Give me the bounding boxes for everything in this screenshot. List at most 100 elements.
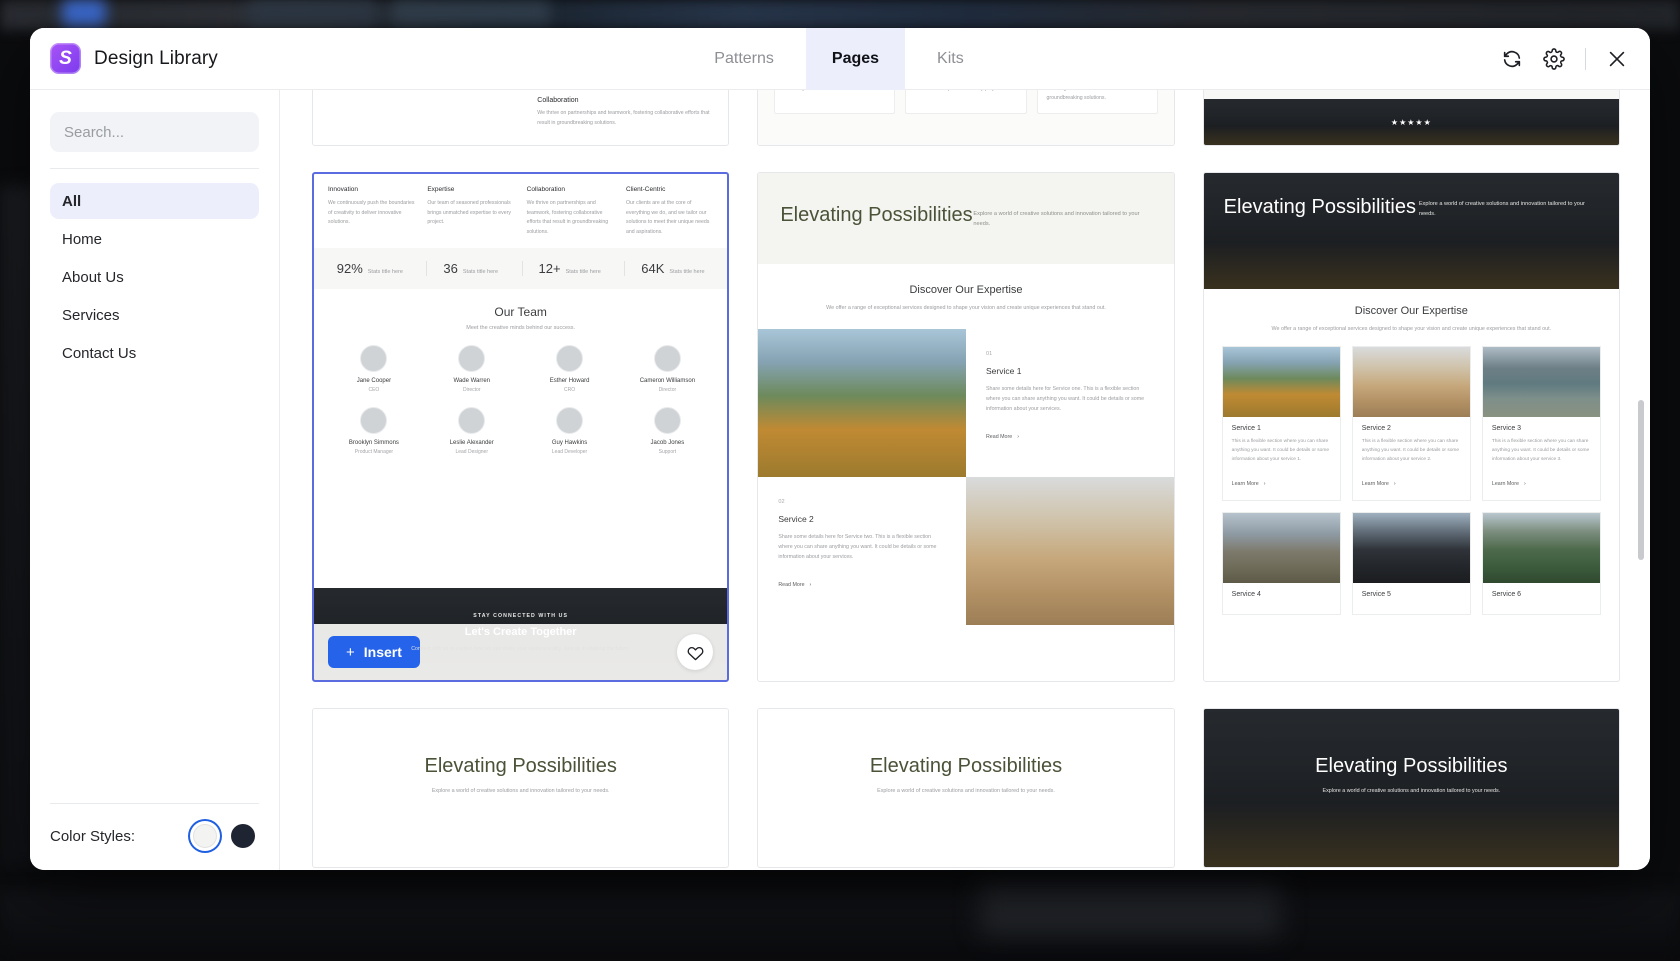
color-swatch-light[interactable] [193, 824, 217, 848]
service-card: Service 1 This is a flexible section whe… [1221, 346, 1341, 501]
favorite-button[interactable] [677, 634, 714, 670]
member-role: Support [658, 448, 677, 455]
tab-pages[interactable]: Pages [805, 28, 906, 90]
member-role: Lead Designer [455, 448, 488, 455]
about-col-collaboration: Collaboration We thrive on partnerships … [527, 186, 614, 238]
stat-item: 64K Stats title here [624, 260, 710, 276]
about-b-2: Our team of seasoned professionals bring… [427, 200, 511, 226]
about-b-1: We continuously push the boundaries of c… [328, 200, 415, 226]
why-body-3: We thrive on partnerships and teamwork, … [1046, 90, 1143, 102]
brand: S Design Library [50, 43, 350, 74]
stat-value: 36 [443, 260, 458, 276]
tab-kits[interactable]: Kits [911, 28, 990, 90]
member-role: CRO [564, 386, 576, 393]
page-card-services-grid[interactable]: Elevating Possibilities Explore a world … [1202, 172, 1620, 682]
avatar [360, 344, 388, 372]
service-card-learn-more[interactable]: Learn More › [1362, 481, 1396, 487]
service-card-learn-more[interactable]: Learn More › [1232, 481, 1266, 487]
avatar [556, 406, 584, 434]
canvas-scrollbar-thumb[interactable] [1638, 400, 1644, 560]
page-card-elevating-dark[interactable]: Elevating Possibilities Explore a world … [1202, 708, 1620, 868]
grid-discover-section: Discover Our Expertise We offer a range … [1204, 289, 1619, 346]
service-card-learn-more[interactable]: Learn More › [1492, 481, 1526, 487]
service-2-read-more[interactable]: Read More › [778, 582, 811, 588]
search-input[interactable] [64, 123, 263, 141]
page-card-features-rating[interactable]: Innovation We continuously push the boun… [1202, 90, 1620, 146]
stat-item: 12+ Stats title here [521, 260, 607, 276]
chevron-right-icon: › [1393, 480, 1396, 487]
elevating-heading: Elevating Possibilities [869, 755, 1063, 777]
hero-light: Elevating Possibilities Explore a world … [758, 173, 1174, 264]
why-card-expertise: 02 Expertise Our team of seasoned profes… [905, 90, 1027, 114]
sidebar-footer: Color Styles: [50, 803, 259, 870]
avatar [556, 344, 584, 372]
cta-kicker: STAY CONNECTED WITH US [473, 613, 569, 620]
page-card-why-choose-us[interactable]: Why Choose Us Discover the reasons that … [757, 90, 1175, 146]
sidebar-item-contact-us[interactable]: Contact Us [50, 335, 259, 371]
sidebar-item-home[interactable]: Home [50, 221, 259, 257]
avatar [458, 406, 486, 434]
chevron-right-icon: › [809, 581, 812, 588]
modal-titlebar: S Design Library Patterns Pages Kits [30, 28, 1650, 90]
service-card-title: Service 3 [1491, 425, 1522, 432]
search-box[interactable] [50, 112, 263, 152]
hero-dark-heading: Elevating Possibilities [1223, 196, 1416, 218]
stat-item: 92% Stats title here [331, 261, 409, 276]
read-more-label: Read More [985, 433, 1013, 440]
pages-canvas[interactable]: We continuously push the boundaries of c… [280, 90, 1650, 870]
sidebar-item-about-us[interactable]: About Us [50, 259, 259, 295]
toolbar-divider [1585, 47, 1586, 70]
member-name: Guy Hawkins [551, 439, 588, 446]
service-1-read-more[interactable]: Read More › [986, 434, 1019, 440]
sidebar-nav: All Home About Us Services Contact Us [50, 183, 259, 371]
team-heading: Our Team [494, 304, 547, 319]
page-card-about-selected[interactable]: Innovation We continuously push the boun… [312, 172, 730, 682]
elevating-dark: Elevating Possibilities Explore a world … [1203, 709, 1619, 867]
about-b-3: We thrive on partnerships and teamwork, … [526, 200, 609, 235]
gear-icon[interactable] [1543, 47, 1565, 70]
service-2-image [965, 476, 1174, 625]
team-grid: Jane Cooper CEO Wade Warren Director Esthe… [328, 344, 713, 455]
close-icon[interactable] [1606, 48, 1628, 70]
about-t-4: Client-Centric [625, 186, 666, 193]
team-section: Our Team Meet the creative minds behind … [314, 289, 727, 469]
team-sub: Meet the creative minds behind our succe… [466, 324, 576, 331]
refresh-icon[interactable] [1501, 48, 1523, 70]
avatar [653, 344, 681, 372]
elevating-sub: Explore a world of creative solutions an… [431, 788, 610, 794]
team-member: Jacob Jones Support [621, 406, 713, 455]
service-card-image [1482, 512, 1600, 583]
color-styles-label: Color Styles: [50, 827, 136, 845]
tab-patterns[interactable]: Patterns [688, 28, 800, 90]
avatar [360, 406, 388, 434]
member-name: Cameron Williamson [639, 377, 696, 384]
app-logo-icon: S [50, 43, 81, 74]
color-swatch-dark[interactable] [231, 824, 255, 848]
insert-button[interactable]: + Insert [328, 636, 420, 668]
stat-value: 12+ [538, 260, 561, 276]
team-member: Brooklyn Simmons Product Manager [328, 406, 420, 455]
about-b-4: Our clients are at the core of everythin… [625, 200, 710, 235]
sidebar-item-all[interactable]: All [50, 183, 259, 219]
member-name: Esther Howard [549, 377, 590, 384]
member-name: Leslie Alexander [449, 439, 494, 446]
service-card-title: Service 6 [1491, 590, 1522, 598]
elevating-heading: Elevating Possibilities [424, 755, 617, 777]
about-col-expertise: Expertise Our team of seasoned professio… [427, 186, 514, 238]
logo-letter: S [59, 48, 72, 69]
service-2-body: Share some details here for Service two.… [778, 533, 937, 560]
page-card-elevating-light-1[interactable]: Elevating Possibilities Explore a world … [312, 708, 730, 868]
sidebar-item-services[interactable]: Services [50, 297, 259, 333]
about-col-innovation: Innovation We continuously push the boun… [328, 186, 415, 238]
service-card-image [1352, 512, 1470, 583]
page-card-elevating-light-2[interactable]: Elevating Possibilities Explore a world … [757, 708, 1175, 868]
sidebar: All Home About Us Services Contact Us Co… [30, 90, 280, 870]
discover-heading: Discover Our Expertise [909, 283, 1023, 296]
page-card-services-split[interactable]: Elevating Possibilities Explore a world … [757, 172, 1175, 682]
why-body-2: Our team of seasoned professionals bring… [915, 90, 1016, 94]
hero-heading: Elevating Possibilities [780, 204, 973, 226]
canvas-scrollbar-track[interactable] [1638, 90, 1644, 870]
tab-bar: Patterns Pages Kits [350, 28, 1328, 90]
page-card-pattern-top-left[interactable]: We continuously push the boundaries of c… [312, 90, 730, 146]
window-actions [1328, 47, 1628, 70]
